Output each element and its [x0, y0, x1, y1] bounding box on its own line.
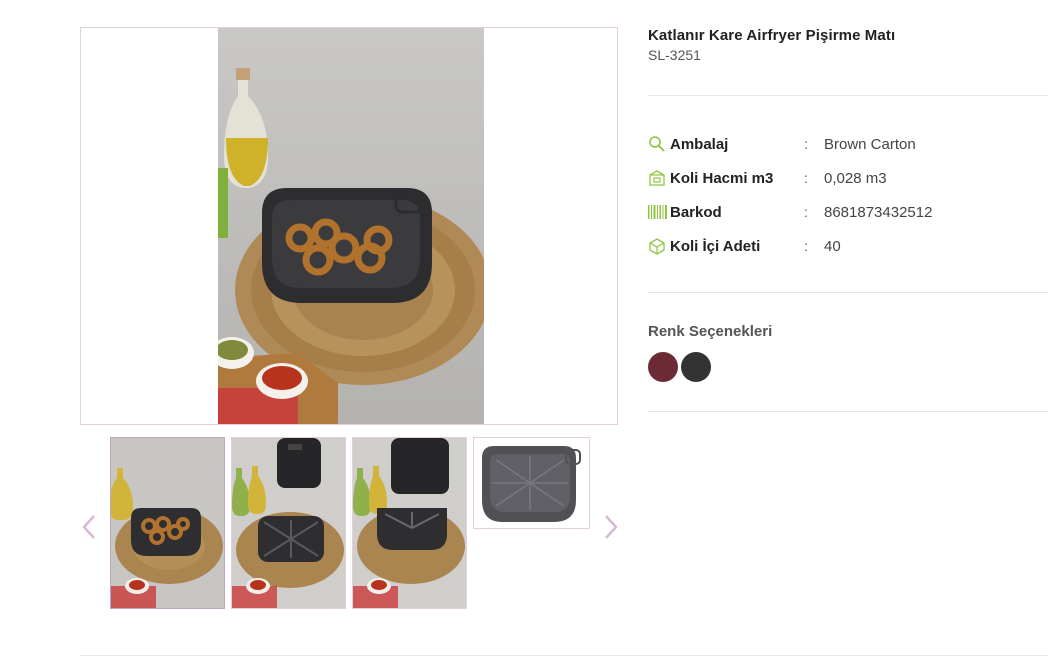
spec-value: 8681873432512 [824, 203, 933, 221]
spec-label: Ambalaj [670, 135, 729, 153]
thumbnail-4[interactable] [473, 437, 590, 529]
product-photo [218, 28, 484, 424]
spec-colon: : [804, 238, 808, 254]
spec-row-koli-ici-adeti: Koli İçi Adeti : 40 [648, 235, 1048, 257]
spec-value: 0,028 m3 [824, 169, 887, 187]
chevron-left-icon [82, 515, 95, 539]
thumb-image [353, 438, 466, 608]
spec-colon: : [804, 136, 808, 152]
thumb-image [232, 438, 345, 608]
thumbnail-3[interactable] [352, 437, 467, 609]
thumb-image [111, 438, 224, 608]
thumbnail-1[interactable] [110, 437, 225, 609]
thumbnail-next-button[interactable] [600, 512, 622, 542]
divider [648, 95, 1048, 96]
color-swatch-dark-gray[interactable] [681, 352, 711, 382]
spec-value: 40 [824, 237, 841, 255]
thumbnail-prev-button[interactable] [78, 512, 100, 542]
spec-row-koli-hacmi: Koli Hacmi m3 : 0,028 m3 [648, 167, 1048, 189]
spec-row-barkod: Barkod : 8681873432512 [648, 201, 1048, 223]
product-title: Katlanır Kare Airfryer Pişirme Matı [648, 27, 896, 44]
divider [648, 292, 1048, 293]
bottom-divider [80, 655, 1048, 656]
spec-value: Brown Carton [824, 135, 916, 153]
spec-row-ambalaj: Ambalaj : Brown Carton [648, 133, 1048, 155]
color-options-title: Renk Seçenekleri [648, 323, 773, 340]
barcode-icon [648, 202, 670, 222]
spec-label: Barkod [670, 203, 722, 221]
spec-label: Koli Hacmi m3 [670, 169, 774, 187]
package-icon [648, 236, 670, 256]
thumb-image [474, 438, 589, 528]
box-icon [648, 168, 670, 188]
spec-colon: : [804, 204, 808, 220]
color-swatch-maroon[interactable] [648, 352, 678, 382]
product-sku: SL-3251 [648, 47, 701, 63]
main-image-frame[interactable] [80, 27, 618, 425]
main-product-photo[interactable] [218, 28, 484, 424]
spec-label: Koli İçi Adeti [670, 237, 761, 255]
search-icon [648, 134, 670, 154]
spec-colon: : [804, 170, 808, 186]
chevron-right-icon [605, 515, 618, 539]
thumbnail-2[interactable] [231, 437, 346, 609]
divider [648, 411, 1048, 412]
